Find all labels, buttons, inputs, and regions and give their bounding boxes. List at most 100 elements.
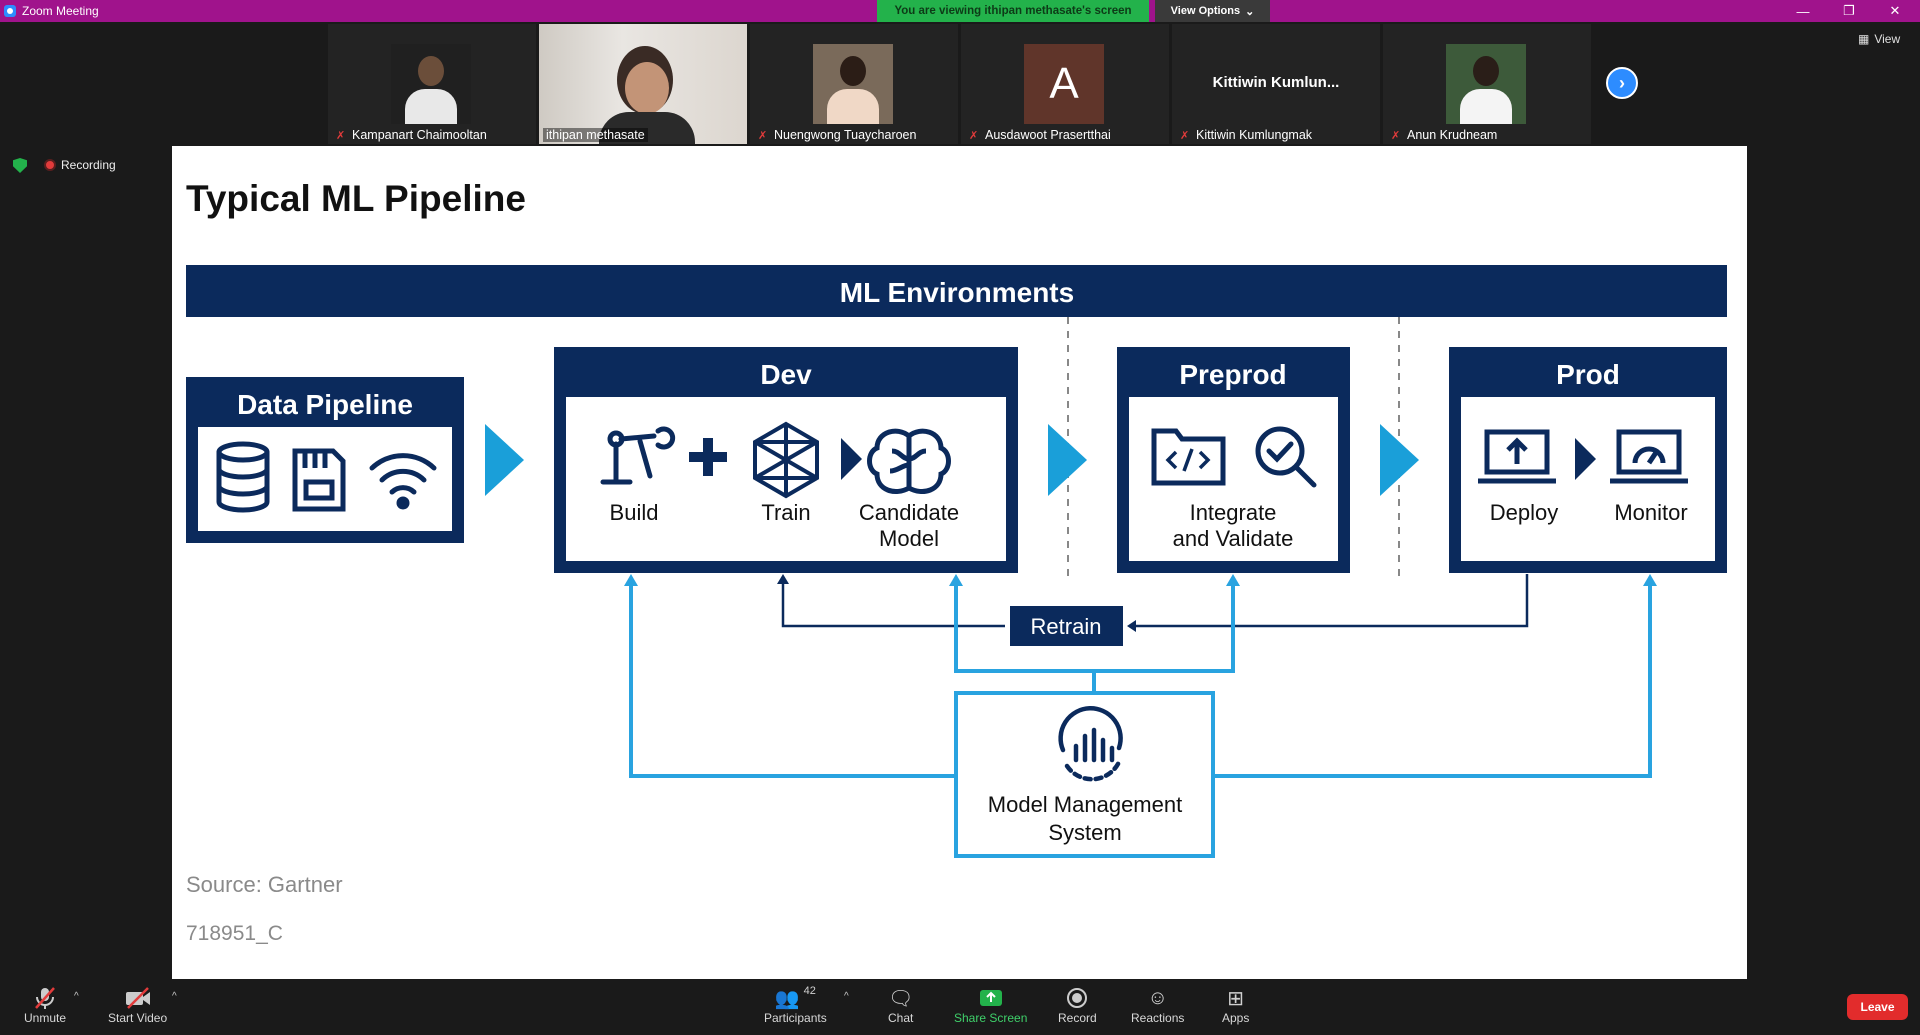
shield-icon[interactable] (13, 158, 27, 173)
chevron-right-icon: › (1619, 72, 1625, 93)
minimize-icon: — (1796, 3, 1810, 19)
participant-display-name: Kittiwin Kumlun... (1212, 74, 1340, 91)
view-options-label: View Options (1170, 5, 1241, 17)
share-screen-button[interactable]: Share Screen (954, 985, 1027, 1025)
candidate-model-label-line2: Model (879, 526, 939, 551)
view-layout-button[interactable]: ▦ View (1858, 32, 1900, 46)
mic-muted-icon (34, 985, 56, 1011)
participant-photo (391, 44, 471, 124)
arrowhead (1226, 574, 1240, 586)
model-management-label-line2: System (1048, 820, 1121, 845)
participant-video (539, 24, 747, 144)
model-management-label-line1: Model Management (988, 792, 1182, 817)
participant-name: Nuengwong Tuaycharoen (774, 128, 917, 142)
participant-tile[interactable]: ✗ Anun Krudneam (1383, 24, 1591, 144)
view-label: View (1874, 32, 1901, 46)
source-label: Source: Gartner (186, 872, 343, 897)
train-label: Train (761, 500, 810, 525)
participant-tile[interactable]: ✗ Kampanart Chaimooltan (328, 24, 536, 144)
start-video-label: Start Video (108, 1011, 168, 1025)
slide-title: Typical ML Pipeline (186, 178, 526, 219)
close-window-button[interactable]: ✕ (1872, 0, 1918, 22)
restore-icon: ❐ (1843, 3, 1855, 18)
window-title: Zoom Meeting (22, 4, 99, 18)
minimize-button[interactable]: — (1780, 0, 1826, 22)
participant-photo (813, 44, 893, 124)
audio-options-caret[interactable]: ^ (74, 991, 79, 1002)
recording-indicator[interactable]: Recording (44, 158, 116, 172)
mic-muted-icon: ✗ (1180, 130, 1190, 142)
leave-button[interactable]: Leave (1847, 994, 1908, 1020)
deploy-label: Deploy (1490, 500, 1558, 525)
participants-label: Participants (764, 1011, 827, 1025)
participant-name: Kampanart Chaimooltan (352, 128, 487, 142)
monitor-label: Monitor (1614, 500, 1687, 525)
record-icon (44, 159, 56, 171)
data-pipeline-title: Data Pipeline (237, 389, 413, 420)
share-screen-label: Share Screen (954, 1011, 1028, 1025)
mic-muted-icon: ✗ (1391, 130, 1401, 142)
arrowhead (1643, 574, 1657, 586)
participants-count: 42 (803, 985, 816, 997)
smiley-icon: ☺ (1147, 986, 1168, 1009)
close-icon: ✕ (1889, 3, 1901, 18)
chat-label: Chat (888, 1011, 914, 1025)
participant-photo (1446, 44, 1526, 124)
record-label: Record (1058, 1011, 1097, 1025)
participants-options-caret[interactable]: ^ (844, 991, 849, 1002)
participant-tile[interactable]: ✗ Nuengwong Tuaycharoen (750, 24, 958, 144)
participants-icon: 👥 (774, 987, 800, 1010)
arrowhead (1127, 620, 1136, 632)
chat-button[interactable]: 🗨 Chat (888, 985, 914, 1026)
mic-muted-icon: ✗ (758, 130, 768, 142)
video-options-caret[interactable]: ^ (172, 991, 177, 1002)
flow-arrow (485, 424, 524, 496)
dev-title: Dev (760, 359, 812, 390)
participant-gallery-strip: ✗ Kampanart Chaimooltan ithipan methasate… (328, 24, 1592, 144)
zoom-app-icon (4, 5, 16, 17)
reactions-button[interactable]: ☺ Reactions (1131, 985, 1185, 1026)
arrowhead (624, 574, 638, 586)
apps-icon: ⊞ (1227, 987, 1245, 1010)
start-video-button[interactable]: Start Video (108, 985, 167, 1025)
retrain-connectors (781, 574, 1529, 628)
apps-label: Apps (1222, 1011, 1250, 1025)
arrowhead (949, 574, 963, 586)
viewing-screen-banner: You are viewing ithipan methasate's scre… (877, 0, 1149, 22)
video-off-icon (124, 985, 152, 1011)
share-screen-icon (979, 985, 1003, 1011)
record-icon (1066, 985, 1088, 1011)
apps-button[interactable]: ⊞ Apps (1222, 985, 1250, 1026)
build-label: Build (610, 500, 659, 525)
prod-title: Prod (1556, 359, 1620, 390)
chat-icon: 🗨 (888, 987, 914, 1010)
active-speaker-tile[interactable]: ithipan methasate (539, 24, 747, 144)
arrowhead (777, 574, 789, 584)
reactions-label: Reactions (1131, 1011, 1185, 1025)
participant-name: Anun Krudneam (1407, 128, 1498, 142)
participant-tile[interactable]: Kittiwin Kumlun... ✗ Kittiwin Kumlungmak (1172, 24, 1380, 144)
record-button[interactable]: Record (1058, 985, 1097, 1025)
participant-tile[interactable]: A ✗ Ausdawoot Prasertthai (961, 24, 1169, 144)
recording-label: Recording (61, 158, 116, 172)
participant-name: ithipan methasate (546, 128, 645, 142)
unmute-button[interactable]: Unmute (24, 985, 66, 1025)
mic-muted-icon: ✗ (336, 130, 346, 142)
unmute-label: Unmute (24, 1011, 67, 1025)
meeting-toolbar: Unmute ^ Start Video ^ 👥 42 Participants … (0, 979, 1920, 1035)
slide-code: 718951_C (186, 922, 283, 945)
shared-screen-slide: Typical ML Pipeline ML Environments Data… (172, 146, 1747, 979)
mic-muted-icon: ✗ (969, 130, 979, 142)
view-options-button[interactable]: View Options ⌄ (1155, 0, 1270, 22)
participant-name: Kittiwin Kumlungmak (1196, 128, 1313, 142)
participants-button[interactable]: 👥 42 Participants (764, 985, 827, 1025)
next-page-arrow-button[interactable]: › (1606, 67, 1638, 99)
grid-view-icon: ▦ (1858, 32, 1870, 46)
participant-avatar: A (1024, 44, 1104, 124)
restore-button[interactable]: ❐ (1826, 0, 1872, 22)
chevron-down-icon: ⌄ (1245, 5, 1255, 18)
integrate-validate-label-line2: and Validate (1173, 526, 1294, 551)
candidate-model-label-line1: Candidate (859, 500, 959, 525)
ml-environments-label: ML Environments (840, 277, 1074, 308)
preprod-title: Preprod (1179, 359, 1286, 390)
